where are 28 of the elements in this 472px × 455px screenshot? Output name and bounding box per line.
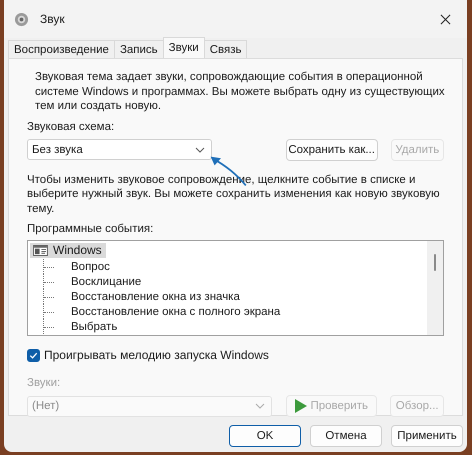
sounds-label: Звуки: (27, 376, 62, 390)
chevron-icon (194, 146, 205, 152)
tab[interactable]: Звуки (162, 37, 205, 58)
scheme-label: Звуковая схема: (27, 120, 116, 134)
tree-item[interactable]: Восстановление окна с полного экрана (71, 304, 280, 318)
events-label: Программные события: (27, 222, 154, 236)
window-icon (33, 245, 48, 256)
window-title: Звук (40, 12, 66, 26)
dialog-button[interactable]: OK (229, 425, 301, 447)
scrollbar[interactable] (427, 241, 443, 335)
tree-item[interactable]: Восстановление окна из значка (71, 290, 240, 304)
tab[interactable]: Связь (204, 40, 248, 58)
tree-item[interactable]: Восклицание (71, 274, 142, 288)
dialog-button[interactable]: Применить (391, 425, 463, 447)
dialog-button[interactable]: Отмена (310, 425, 382, 447)
scheme-dropdown[interactable]: Без звука (27, 139, 212, 160)
tree-item[interactable]: Выбрать (71, 320, 118, 334)
play-icon (295, 399, 308, 413)
speaker-icon (14, 12, 29, 26)
checkbox[interactable] (27, 348, 40, 362)
close-icon[interactable] (440, 14, 451, 24)
tree-item[interactable]: Windows (30, 243, 106, 258)
chevron-icon (255, 403, 266, 409)
description-text: Звуковая тема задает звуки, сопровождающие события в операционной системе Windows и программах. Вы можете выбрать одну из существующих тем или создать новую. (34, 70, 446, 114)
save-as-button[interactable]: Сохранить как... (286, 138, 378, 160)
startup-sound-label: Проигрывать мелодию запуска Windows (44, 348, 269, 362)
tab[interactable]: Воспроизведение (8, 40, 115, 58)
tree-item[interactable]: Вопрос (71, 260, 110, 274)
